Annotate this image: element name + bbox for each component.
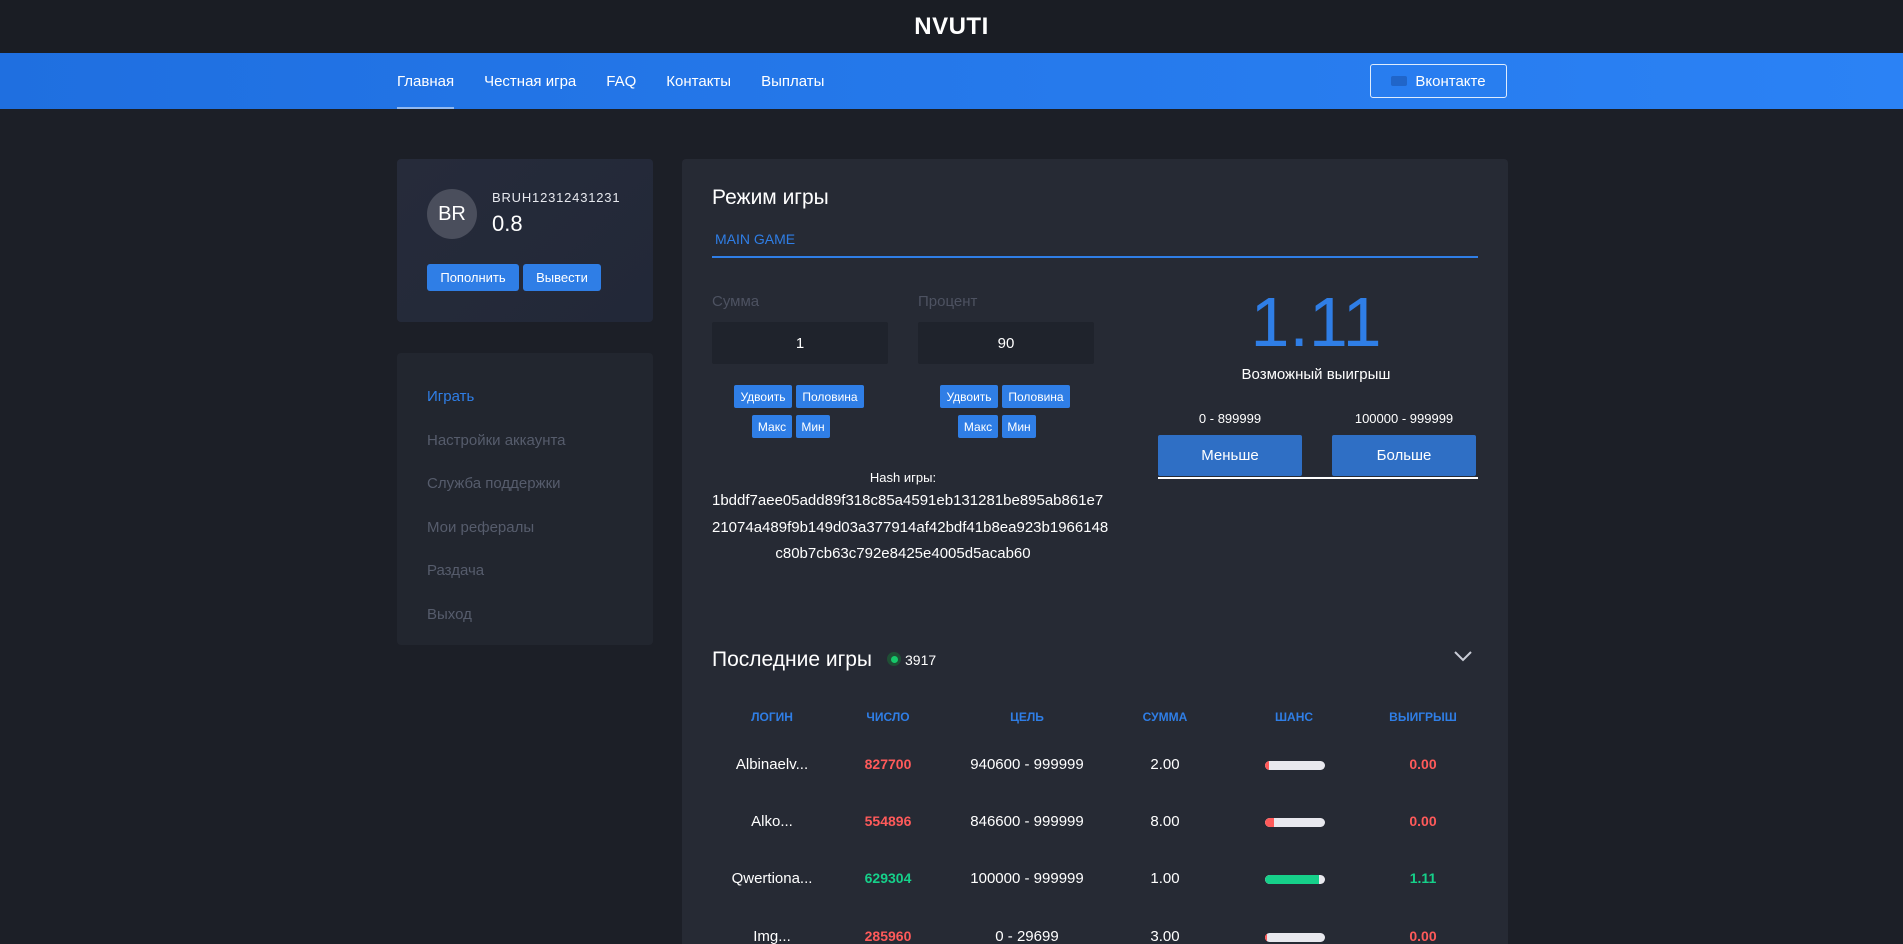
side-item-giveaway[interactable]: Раздача — [397, 549, 653, 593]
cell-login: Alko... — [751, 813, 793, 830]
amount-half-button[interactable]: Половина — [796, 385, 864, 408]
amount-min-button[interactable]: Мин — [796, 415, 830, 438]
nav-item-contacts[interactable]: Контакты — [666, 53, 731, 109]
cell-amount: 8.00 — [1150, 813, 1180, 830]
col-header-chance: ШАНС — [1274, 710, 1314, 724]
chance-bar-fill — [1265, 761, 1269, 770]
withdraw-button[interactable]: Вывести — [523, 264, 601, 291]
col-header-number: ЧИСЛО — [866, 710, 910, 724]
tab-main-game[interactable]: MAIN GAME — [715, 231, 795, 247]
chance-bar — [1265, 875, 1325, 884]
hash-line-3: c80b7cb63c792e8425e4005d5acab60 — [775, 545, 1031, 562]
cell-number: 285960 — [864, 928, 912, 944]
percent-max-button[interactable]: Макс — [958, 415, 998, 438]
vk-icon — [1391, 76, 1408, 86]
online-count: 3917 — [905, 652, 937, 668]
cell-win: 0.00 — [1409, 756, 1437, 772]
col-header-win: ВЫИГРЫШ — [1389, 710, 1457, 724]
chance-bar — [1265, 761, 1325, 770]
percent-half-button[interactable]: Половина — [1002, 385, 1070, 408]
deposit-button[interactable]: Пополнить — [427, 264, 519, 291]
side-item-logout[interactable]: Выход — [397, 593, 653, 637]
side-item-referrals[interactable]: Мои рефералы — [397, 506, 653, 550]
recent-games-title: Последние игры — [712, 648, 873, 671]
amount-label: Сумма — [712, 293, 760, 310]
chevron-down-icon[interactable] — [1452, 645, 1474, 667]
possible-win-value: 1.11 — [1250, 283, 1382, 361]
chance-bar-fill — [1265, 933, 1267, 942]
cell-number: 629304 — [864, 870, 912, 886]
cell-number: 827700 — [864, 756, 912, 772]
hash-line-1: 1bddf7aee05add89f318c85a4591eb131281be89… — [712, 492, 1104, 509]
tab-underline — [712, 256, 1478, 258]
cell-target: 100000 - 999999 — [970, 870, 1084, 887]
possible-win-label: Возможный выигрыш — [1241, 366, 1391, 383]
side-item-play[interactable]: Играть — [397, 375, 653, 419]
side-item-support[interactable]: Служба поддержки — [397, 462, 653, 506]
col-header-login: ЛОГИН — [751, 710, 793, 724]
hash-line-2: 21074a489f9b149d03a377914af42bdf41b8ea92… — [712, 519, 1109, 536]
cell-number: 554896 — [864, 813, 912, 829]
cell-target: 940600 - 999999 — [970, 756, 1084, 773]
balance: 0.8 — [492, 211, 523, 236]
cell-login: Img... — [753, 928, 791, 944]
profile-card: BR BRUH12312431231 0.8 Пополнить Вывести — [397, 159, 653, 322]
main-nav: Главная Честная игра FAQ Контакты Выплат… — [0, 53, 1903, 109]
col-header-target: ЦЕЛЬ — [1010, 710, 1044, 724]
amount-max-button[interactable]: Макс — [752, 415, 792, 438]
percent-input[interactable] — [918, 322, 1094, 364]
percent-label: Процент — [918, 293, 978, 310]
cell-amount: 2.00 — [1150, 756, 1180, 773]
side-item-account-settings[interactable]: Настройки аккаунта — [397, 419, 653, 463]
less-range: 0 - 899999 — [1198, 411, 1262, 426]
cell-login: Albinaelv... — [735, 756, 809, 773]
vk-button-label: Вконтакте — [1415, 72, 1486, 90]
cell-amount: 3.00 — [1150, 928, 1180, 944]
nav-item-payouts[interactable]: Выплаты — [761, 53, 824, 109]
avatar: BR — [427, 189, 477, 239]
chance-bar-fill — [1265, 818, 1274, 827]
cell-target: 846600 - 999999 — [970, 813, 1084, 830]
bet-divider — [1158, 477, 1478, 479]
brand-logo[interactable]: NVUTI — [914, 13, 989, 41]
amount-double-button[interactable]: Удвоить — [734, 385, 792, 408]
username: BRUH12312431231 — [492, 190, 621, 205]
cell-amount: 1.00 — [1150, 870, 1180, 887]
more-range: 100000 - 999999 — [1354, 411, 1454, 426]
bet-more-button[interactable]: Больше — [1332, 435, 1476, 476]
percent-min-button[interactable]: Мин — [1002, 415, 1036, 438]
game-mode-title: Режим игры — [712, 186, 829, 209]
top-header: NVUTI — [0, 0, 1903, 53]
hash-label: Hash игры: — [869, 470, 937, 485]
amount-input[interactable] — [712, 322, 888, 364]
bet-less-button[interactable]: Меньше — [1158, 435, 1302, 476]
cell-win: 0.00 — [1409, 813, 1437, 829]
chance-bar — [1265, 933, 1325, 942]
cell-win: 1.11 — [1409, 870, 1437, 886]
nav-item-faq[interactable]: FAQ — [606, 53, 636, 109]
vk-button[interactable]: Вконтакте — [1370, 64, 1507, 98]
online-status-icon — [887, 652, 901, 666]
game-panel: Режим игры MAIN GAME Сумма Удвоить Полов… — [682, 159, 1508, 944]
cell-win: 0.00 — [1409, 928, 1437, 944]
side-menu: Играть Настройки аккаунта Служба поддерж… — [397, 353, 653, 645]
nav-item-fair-game[interactable]: Честная игра — [484, 53, 576, 109]
col-header-amount: СУММА — [1142, 710, 1188, 724]
chance-bar-fill — [1265, 875, 1319, 884]
nav-items: Главная Честная игра FAQ Контакты Выплат… — [397, 53, 854, 109]
cell-login: Qwertiona... — [731, 870, 813, 887]
cell-target: 0 - 29699 — [995, 928, 1059, 944]
nav-item-home[interactable]: Главная — [397, 53, 455, 109]
chance-bar — [1265, 818, 1325, 827]
percent-double-button[interactable]: Удвоить — [940, 385, 998, 408]
